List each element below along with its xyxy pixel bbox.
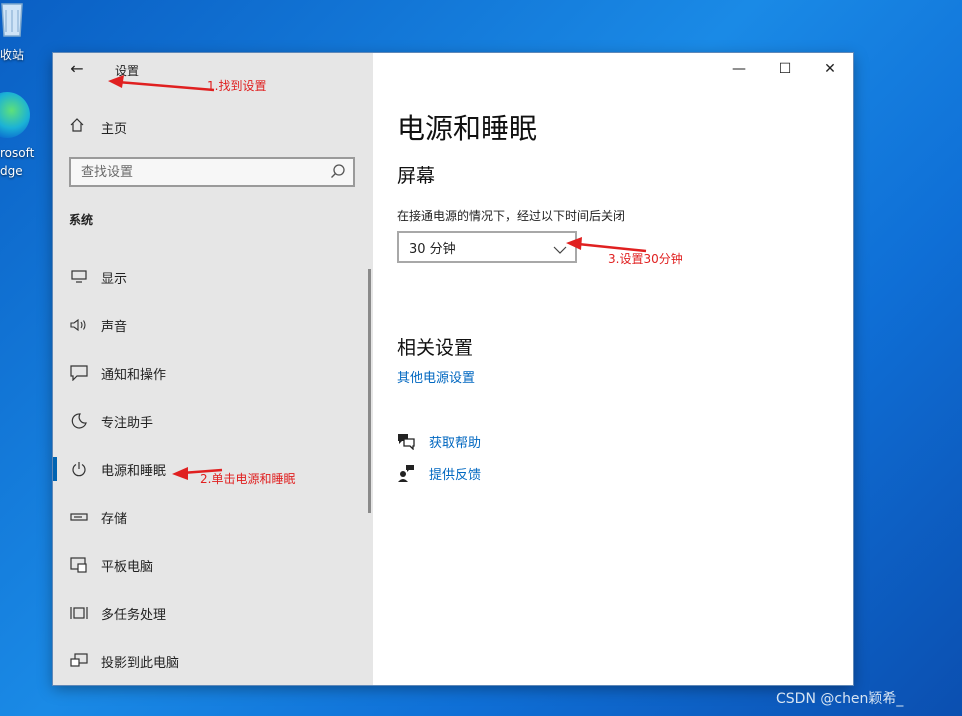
sidebar-item-sound[interactable]: 声音 [53, 301, 373, 349]
home-label: 主页 [101, 121, 128, 137]
recycle-bin-icon[interactable] [0, 0, 34, 40]
sidebar-item-label: 专注助手 [101, 415, 154, 431]
sidebar-item-storage[interactable]: 存储 [53, 493, 373, 541]
feedback-row[interactable]: 提供反馈 [397, 463, 481, 483]
window-title: 设置 [115, 64, 140, 78]
sidebar-item-label: 电源和睡眠 [101, 463, 167, 479]
sidebar-item-notifications[interactable]: 通知和操作 [53, 349, 373, 397]
sidebar-item-label: 显示 [101, 271, 128, 287]
annotation-step1: 1.找到设置 [207, 79, 267, 93]
annotation-step2: 2.单击电源和睡眠 [200, 472, 296, 486]
sidebar-item-label: 通知和操作 [101, 367, 167, 383]
back-arrow-icon[interactable]: ← [65, 59, 89, 79]
edge-label-line2: dge [0, 164, 23, 178]
screen-timeout-dropdown[interactable]: 30 分钟 [397, 231, 577, 263]
multitask-icon [69, 605, 89, 621]
sidebar-item-label: 投影到此电脑 [101, 655, 180, 671]
feedback-icon [397, 464, 415, 482]
maximize-button[interactable]: ☐ [765, 59, 805, 79]
moon-icon [69, 413, 89, 429]
sidebar-item-label: 声音 [101, 319, 128, 335]
sidebar-home[interactable]: 主页 [69, 117, 127, 137]
feedback-link[interactable]: 提供反馈 [429, 464, 481, 483]
annotation-step3: 3.设置30分钟 [608, 252, 683, 266]
recycle-bin-label: 收站 [0, 48, 25, 62]
screen-description: 在接通电源的情况下，经过以下时间后关闭 [397, 209, 626, 223]
edge-browser-icon[interactable] [0, 92, 30, 138]
settings-window: ← 设置 主页 系统 显示 声音 通 [53, 53, 853, 685]
sidebar-item-focus-assist[interactable]: 专注助手 [53, 397, 373, 445]
main-content: — ☐ ✕ 电源和睡眠 屏幕 在接通电源的情况下，经过以下时间后关闭 30 分钟… [373, 53, 853, 685]
watermark: CSDN @chen颖希_ [776, 691, 904, 707]
search-input[interactable] [71, 159, 311, 185]
page-title: 电源和睡眠 [397, 112, 538, 145]
sidebar-item-label: 多任务处理 [101, 607, 167, 623]
sidebar: ← 设置 主页 系统 显示 声音 通 [53, 53, 373, 685]
search-icon[interactable] [329, 163, 347, 181]
sidebar-item-multitasking[interactable]: 多任务处理 [53, 589, 373, 637]
sidebar-item-label: 平板电脑 [101, 559, 154, 575]
sidebar-item-project[interactable]: 投影到此电脑 [53, 637, 373, 685]
power-icon [69, 461, 89, 477]
notification-icon [69, 365, 89, 381]
home-icon [69, 117, 89, 137]
other-power-settings-link[interactable]: 其他电源设置 [397, 367, 475, 386]
edge-label-line1: rosoft [0, 146, 35, 160]
sidebar-item-label: 存储 [101, 511, 128, 527]
close-button[interactable]: ✕ [810, 59, 850, 79]
screen-timeout-value: 30 分钟 [409, 241, 456, 257]
section-label-system: 系统 [69, 213, 94, 227]
project-icon [69, 653, 89, 669]
related-settings-heading: 相关设置 [397, 337, 474, 359]
help-chat-icon [397, 432, 415, 451]
sidebar-item-display[interactable]: 显示 [53, 253, 373, 301]
sidebar-item-tablet[interactable]: 平板电脑 [53, 541, 373, 589]
search-box[interactable] [69, 157, 355, 187]
screen-heading: 屏幕 [397, 165, 436, 187]
tablet-icon [69, 557, 89, 573]
monitor-icon [69, 269, 89, 285]
sidebar-scrollbar[interactable] [368, 269, 371, 513]
get-help-link[interactable]: 获取帮助 [429, 432, 481, 451]
sidebar-nav: 显示 声音 通知和操作 专注助手 电源和睡眠 存储 平板电脑 多任务处理 投影到… [53, 253, 373, 685]
chevron-down-icon [553, 241, 567, 254]
get-help-row[interactable]: 获取帮助 [397, 431, 481, 451]
storage-icon [69, 509, 89, 525]
minimize-button[interactable]: — [719, 59, 759, 79]
speaker-icon [69, 317, 89, 333]
